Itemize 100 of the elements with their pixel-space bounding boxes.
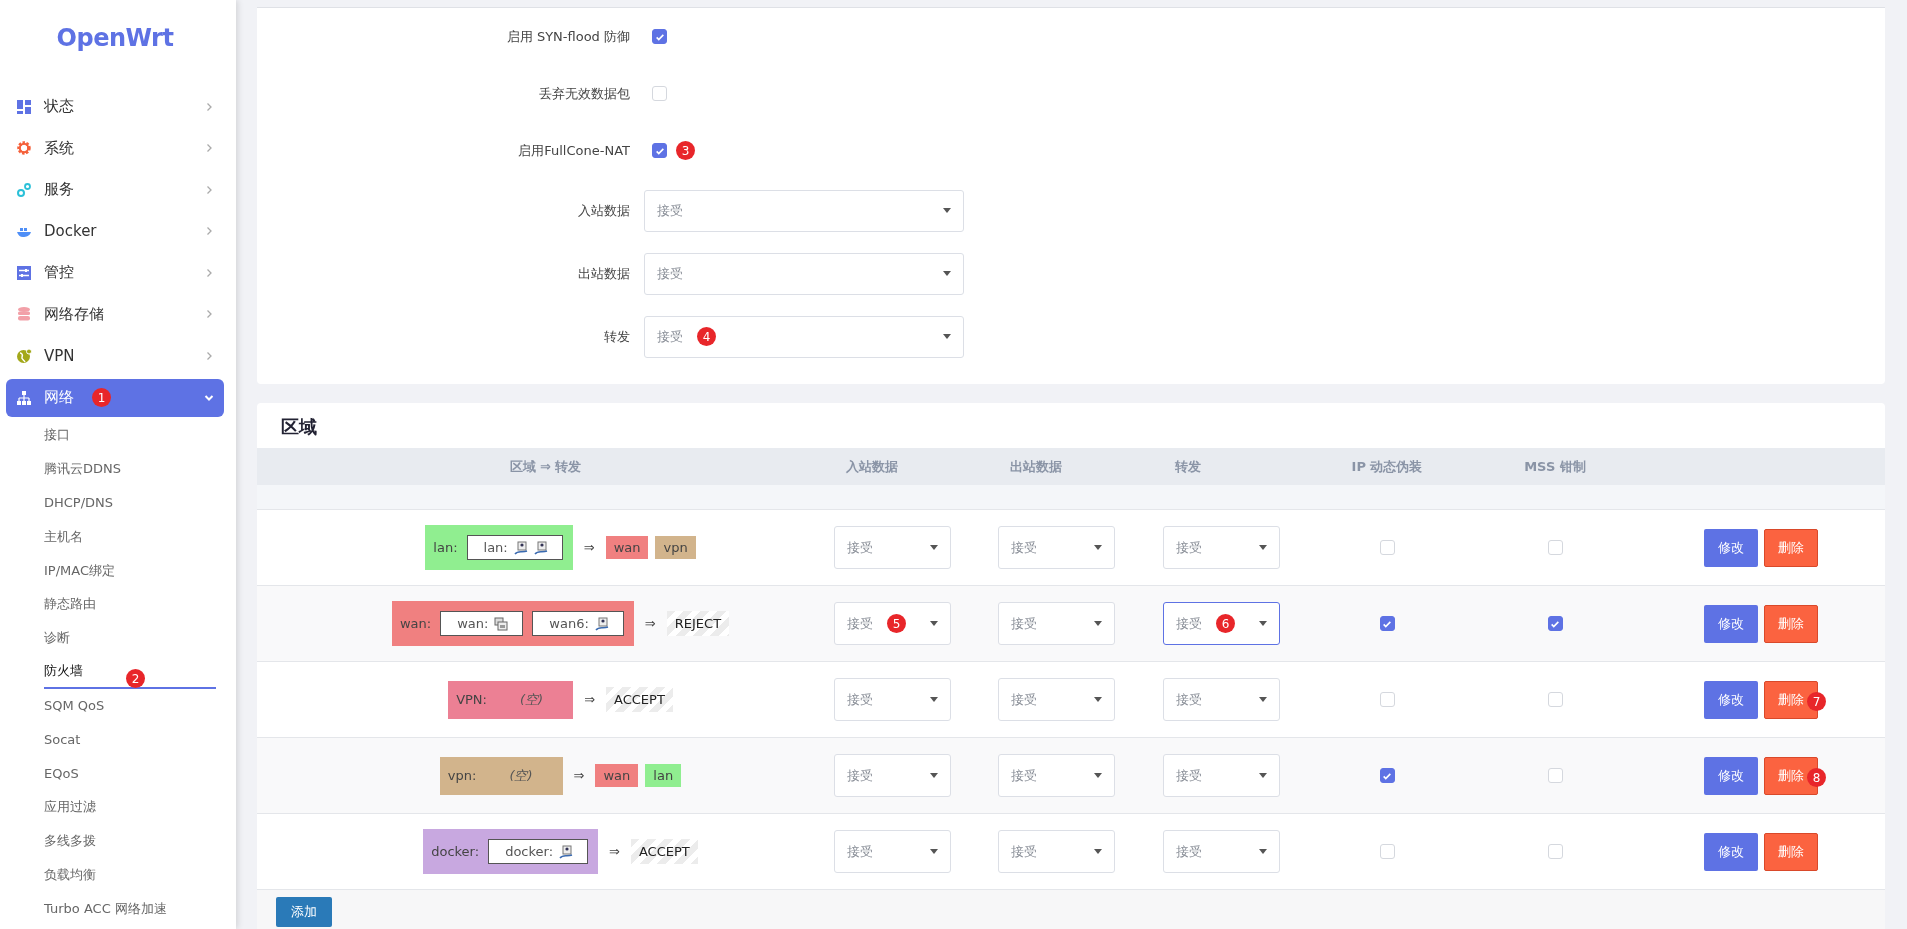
menu-item[interactable]: 网络存储 — [6, 293, 224, 335]
select-field[interactable]: 接受 — [834, 526, 951, 569]
checkbox[interactable] — [652, 143, 667, 158]
menu-item[interactable]: VPN — [6, 335, 224, 377]
field-label: 启用 SYN-flood 防御 — [505, 27, 630, 46]
menu-item[interactable]: 管控 — [6, 252, 224, 294]
menu-item[interactable]: 网络 1 — [6, 378, 224, 417]
submenu-item[interactable]: 诊断 — [44, 621, 216, 656]
delete-button[interactable]: 删除 — [1764, 528, 1818, 567]
arrow: ⇒ — [573, 768, 585, 783]
chevron-right-icon — [204, 226, 214, 237]
submenu-item[interactable]: EQoS — [44, 756, 216, 791]
chevron-right-icon — [204, 309, 214, 320]
column-header: 区域 ⇒ 转发 — [508, 457, 583, 476]
select-field[interactable]: 接受 — [998, 830, 1115, 873]
field-label: 出站数据 — [577, 264, 630, 283]
submenu-item[interactable]: 接口 — [44, 418, 216, 453]
caret-icon — [1094, 621, 1102, 626]
submenu-item[interactable]: DHCP/DNS — [44, 486, 216, 520]
submenu-item[interactable]: 负载均衡 — [44, 858, 216, 892]
network-box: lan: — [466, 535, 563, 560]
policy-tag: ACCEPT — [630, 839, 698, 864]
policy-tag: REJECT — [666, 611, 730, 636]
annotation-badge: 5 — [887, 614, 906, 633]
dashboard-icon — [16, 98, 32, 115]
checkbox[interactable] — [1379, 768, 1395, 783]
delete-button[interactable]: 删除 — [1764, 604, 1818, 643]
checkbox[interactable] — [1547, 616, 1563, 631]
network-port-icon — [494, 616, 509, 631]
arrow: ⇒ — [609, 844, 620, 859]
edit-button[interactable]: 修改 — [1704, 604, 1758, 643]
menu-item[interactable]: 状态 — [6, 86, 224, 128]
database-icon — [16, 306, 32, 323]
column-header: MSS 钳制 — [1523, 457, 1587, 476]
menu-item[interactable]: Docker — [6, 210, 224, 252]
edit-button[interactable]: 修改 — [1704, 528, 1758, 567]
caret-icon — [930, 545, 938, 550]
select-field[interactable]: 接受 — [1163, 678, 1280, 721]
add-button[interactable]: 添加 — [276, 897, 332, 927]
select-field[interactable]: 接受 — [644, 189, 964, 232]
column-header: IP 动态伪装 — [1350, 457, 1424, 476]
submenu-item[interactable]: 多线多拨 — [44, 824, 216, 859]
submenu-item[interactable]: IP/MAC绑定 — [44, 553, 216, 588]
caret-icon — [930, 621, 938, 626]
network-tree-icon — [16, 389, 32, 406]
annotation-badge: 3 — [676, 141, 695, 160]
edit-button[interactable]: 修改 — [1704, 756, 1758, 795]
select-field[interactable]: 接受 4 — [644, 315, 964, 358]
submenu-item[interactable]: 主机名 — [44, 519, 216, 554]
zone-tag: lan — [645, 764, 682, 787]
submenu-item[interactable]: 应用过滤 — [44, 790, 216, 825]
edit-button[interactable]: 修改 — [1704, 680, 1758, 719]
network-device-icon — [594, 616, 609, 631]
caret-icon — [1094, 773, 1102, 778]
select-field[interactable]: 接受 5 — [834, 602, 951, 645]
select-field[interactable]: 接受 — [834, 678, 951, 721]
submenu-item[interactable]: 防火墙 2 — [44, 655, 216, 690]
select-field[interactable]: 接受 — [1163, 830, 1280, 873]
zone-tag: wan — [595, 764, 639, 787]
checkbox[interactable] — [652, 29, 667, 44]
arrow: ⇒ — [583, 540, 595, 555]
caret-icon — [943, 208, 951, 213]
edit-button[interactable]: 修改 — [1704, 832, 1758, 871]
caret-icon — [943, 271, 951, 276]
annotation-badge: 6 — [1216, 614, 1235, 633]
select-field[interactable]: 接受 — [998, 602, 1115, 645]
select-field[interactable]: 接受 — [1163, 754, 1280, 797]
select-field[interactable]: 接受 — [834, 830, 951, 873]
select-field[interactable]: 接受 6 — [1163, 602, 1280, 645]
arrow: ⇒ — [584, 692, 596, 707]
select-field[interactable]: 接受 — [644, 252, 964, 295]
column-header: 出站数据 — [1009, 457, 1063, 476]
zone-tag: VPN: (空) — [448, 680, 574, 719]
submenu-item[interactable]: SQM QoS — [44, 689, 216, 723]
annotation-badge: 2 — [126, 669, 145, 689]
caret-icon — [930, 773, 938, 778]
checkbox[interactable] — [1379, 616, 1395, 631]
submenu-item[interactable]: 腾讯云DDNS — [44, 452, 216, 487]
delete-button[interactable]: 删除 — [1764, 832, 1818, 871]
submenu-item[interactable]: 静态路由 — [44, 587, 216, 622]
zone-tag: vpn: (空) — [439, 756, 563, 795]
submenu-item[interactable]: Socat — [44, 722, 216, 757]
select-field[interactable]: 接受 — [998, 754, 1115, 797]
network-device-icon — [559, 844, 574, 859]
field-label: 丢弃无效数据包 — [538, 84, 630, 103]
settings-icon — [16, 140, 32, 157]
menu-item[interactable]: 服务 — [6, 169, 224, 211]
select-field[interactable]: 接受 — [1163, 526, 1280, 569]
zone-tag: wan: wan: wan6: — [391, 601, 634, 646]
annotation-badge: 4 — [697, 327, 716, 346]
submenu-item[interactable]: Turbo ACC 网络加速 — [44, 891, 216, 926]
network-box: wan6: — [532, 611, 624, 636]
zone-tag: wan — [605, 536, 649, 559]
select-field[interactable]: 接受 — [834, 754, 951, 797]
select-field[interactable]: 接受 — [998, 526, 1115, 569]
network-box: wan: — [440, 611, 524, 636]
chevron-right-icon — [204, 267, 214, 278]
select-field[interactable]: 接受 — [998, 678, 1115, 721]
network-device-icon — [533, 540, 548, 555]
menu-item[interactable]: 系统 — [6, 127, 224, 169]
